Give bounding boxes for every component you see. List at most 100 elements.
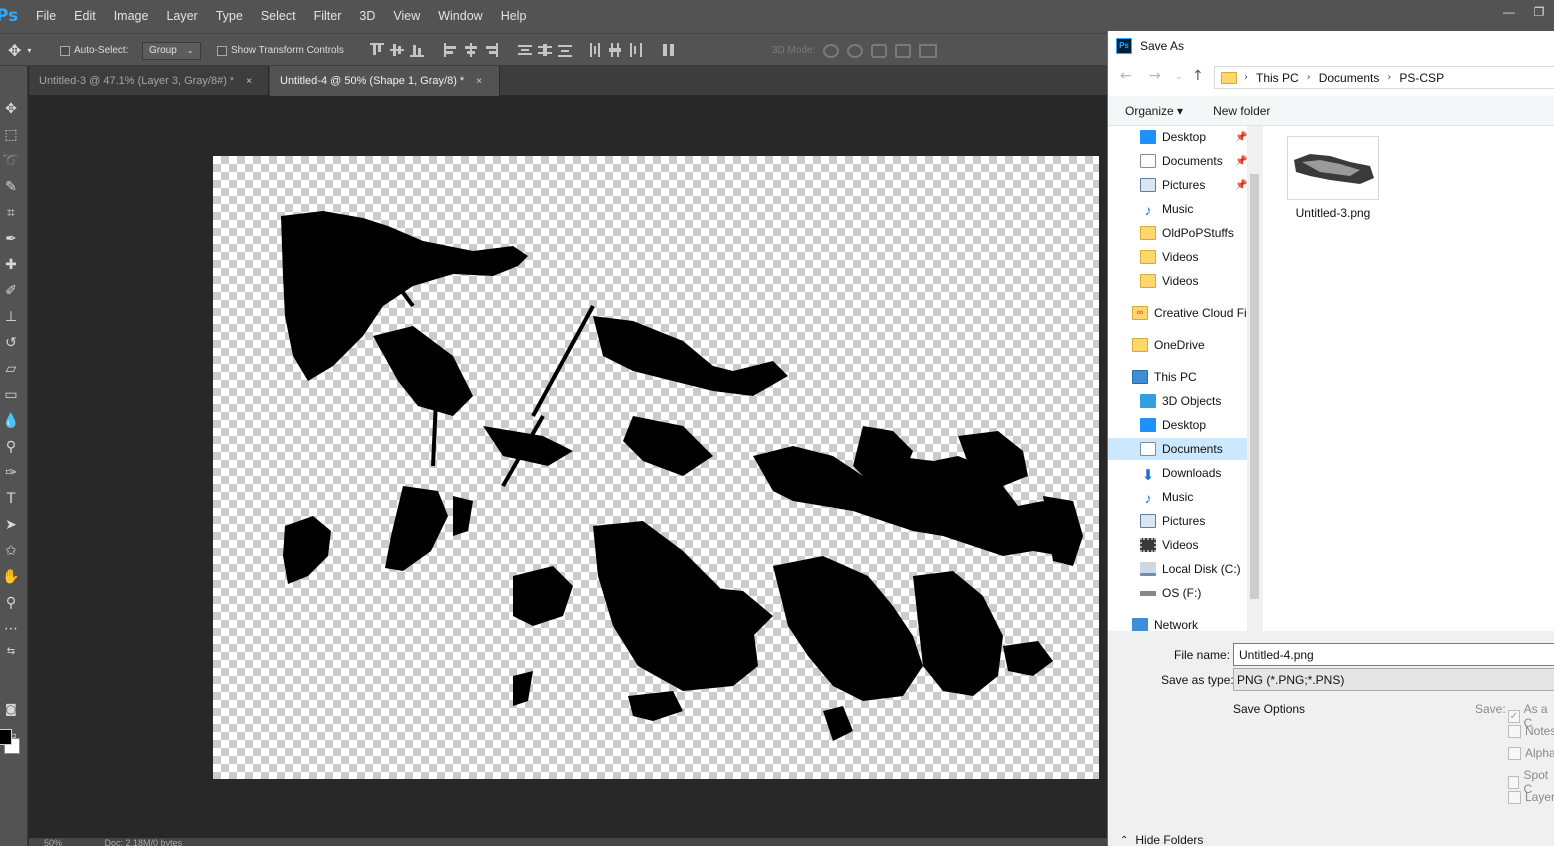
nav-item-documents-pc[interactable]: Documents xyxy=(1108,438,1247,460)
menu-3d[interactable]: 3D xyxy=(350,0,384,33)
quick-mask-icon[interactable]: ◙ xyxy=(0,698,22,720)
auto-align-icon[interactable] xyxy=(662,43,676,57)
menu-filter[interactable]: Filter xyxy=(305,0,351,33)
document-size[interactable]: Doc: 2.18M/0 bytes xyxy=(105,838,183,846)
distribute-hcenter-icon[interactable] xyxy=(608,43,622,57)
3d-slide-icon[interactable] xyxy=(895,43,912,58)
save-as-type-select[interactable]: PNG (*.PNG;*.PNS) xyxy=(1233,668,1554,691)
crop-tool-icon[interactable]: ⌗ xyxy=(0,202,22,224)
document-canvas[interactable] xyxy=(213,156,1099,779)
hand-tool-icon[interactable]: ✋ xyxy=(0,566,22,588)
foreground-color-swatch[interactable] xyxy=(0,729,12,745)
nav-item-downloads[interactable]: ⬇ Downloads xyxy=(1140,462,1222,484)
nav-item-this-pc[interactable]: This PC xyxy=(1132,366,1197,388)
address-bar[interactable]: › This PC › Documents › PS-CSP xyxy=(1214,66,1554,89)
tab-untitled-3[interactable]: Untitled-3 @ 47.1% (Layer 3, Gray/8#) * … xyxy=(29,66,269,96)
close-icon[interactable]: × xyxy=(246,76,252,87)
minimize-button[interactable]: — xyxy=(1494,0,1524,24)
forward-arrow-icon[interactable]: → xyxy=(1149,68,1161,84)
3d-orbit-icon[interactable] xyxy=(823,43,840,58)
gradient-tool-icon[interactable]: ▭ xyxy=(0,384,22,406)
more-tools-icon[interactable]: ⋯ xyxy=(0,618,22,640)
restore-button[interactable]: ❐ xyxy=(1524,0,1554,24)
align-hcenter-icon[interactable] xyxy=(464,43,478,57)
distribute-top-icon[interactable] xyxy=(518,43,532,57)
menu-select[interactable]: Select xyxy=(252,0,305,33)
file-name-input[interactable]: Untitled-4.png xyxy=(1233,643,1554,666)
nav-item-os-f[interactable]: OS (F:) xyxy=(1140,582,1201,604)
breadcrumb-documents[interactable]: Documents xyxy=(1319,71,1380,85)
distribute-left-icon[interactable] xyxy=(588,43,602,57)
save-check-notes[interactable]: Notes xyxy=(1508,724,1554,738)
3d-scale-icon[interactable] xyxy=(919,43,938,58)
nav-item-pictures[interactable]: Pictures 📌 xyxy=(1140,174,1247,196)
align-bottom-icon[interactable] xyxy=(410,43,424,57)
nav-item-documents[interactable]: Documents 📌 xyxy=(1140,150,1247,172)
menu-window[interactable]: Window xyxy=(429,0,491,33)
dodge-tool-icon[interactable]: ⚲ xyxy=(0,436,22,458)
tab-untitled-4[interactable]: Untitled-4 @ 50% (Shape 1, Gray/8) * × xyxy=(270,66,500,96)
nav-item-oldpopstuffs[interactable]: OldPoPStuffs xyxy=(1140,222,1234,244)
show-transform-option[interactable]: Show Transform Controls xyxy=(217,34,344,67)
menu-type[interactable]: Type xyxy=(207,0,252,33)
menu-help[interactable]: Help xyxy=(492,0,536,33)
lasso-tool-icon[interactable]: ➰ xyxy=(0,150,22,172)
hide-folders-button[interactable]: ⌃ Hide Folders xyxy=(1120,833,1203,846)
nav-item-music-pc[interactable]: ♪ Music xyxy=(1140,486,1194,508)
nav-item-local-disk-c[interactable]: Local Disk (C:) xyxy=(1140,558,1241,580)
recent-locations-chevron-icon[interactable]: ⌄ xyxy=(1175,72,1183,82)
menu-layer[interactable]: Layer xyxy=(157,0,206,33)
zoom-level[interactable]: 50% xyxy=(44,838,62,846)
distribute-right-icon[interactable] xyxy=(628,43,642,57)
blur-tool-icon[interactable]: 💧 xyxy=(0,410,22,432)
nav-item-pictures-pc[interactable]: Pictures xyxy=(1140,510,1205,532)
nav-item-videos-pc[interactable]: Videos xyxy=(1140,534,1198,556)
scrollbar-thumb[interactable] xyxy=(1250,174,1259,599)
nav-item-creative-cloud[interactable]: ∞ Creative Cloud Fil xyxy=(1132,302,1249,324)
move-tool-icon[interactable]: ✥ xyxy=(0,98,22,120)
3d-pan-icon[interactable] xyxy=(871,43,888,58)
history-brush-tool-icon[interactable]: ↺ xyxy=(0,332,22,354)
shape-tool-icon[interactable]: ✩ xyxy=(0,540,22,562)
file-name[interactable]: Untitled-3.png xyxy=(1263,206,1403,220)
nav-item-music[interactable]: ♪ Music xyxy=(1140,198,1194,220)
organize-button[interactable]: Organize ▾ xyxy=(1125,104,1183,118)
nav-item-desktop-pc[interactable]: Desktop xyxy=(1140,414,1206,436)
swap-colors-icon[interactable]: ⇆ xyxy=(0,640,22,662)
move-tool-preset[interactable]: ✥ ▾ xyxy=(8,34,31,67)
navigation-scrollbar[interactable] xyxy=(1247,126,1263,631)
breadcrumb-this-pc[interactable]: This PC xyxy=(1256,71,1299,85)
close-icon[interactable]: × xyxy=(476,76,482,87)
menu-image[interactable]: Image xyxy=(105,0,158,33)
nav-item-onedrive[interactable]: OneDrive xyxy=(1132,334,1205,356)
clone-stamp-tool-icon[interactable]: ⊥ xyxy=(0,306,22,328)
distribute-vcenter-icon[interactable] xyxy=(538,43,552,57)
back-arrow-icon[interactable]: ← xyxy=(1120,68,1132,84)
menu-edit[interactable]: Edit xyxy=(65,0,105,33)
menu-file[interactable]: File xyxy=(27,0,65,33)
breadcrumb-ps-csp[interactable]: PS-CSP xyxy=(1399,71,1444,85)
type-tool-icon[interactable]: T xyxy=(0,488,22,510)
align-top-icon[interactable] xyxy=(370,43,384,57)
nav-item-videos[interactable]: Videos xyxy=(1140,246,1198,268)
new-folder-button[interactable]: New folder xyxy=(1213,104,1270,118)
nav-item-3d-objects[interactable]: 3D Objects xyxy=(1140,390,1221,412)
eyedropper-tool-icon[interactable]: ✒ xyxy=(0,228,22,250)
3d-roll-icon[interactable] xyxy=(847,43,864,58)
marquee-tool-icon[interactable]: ⬚ xyxy=(0,124,22,146)
path-select-tool-icon[interactable]: ➤ xyxy=(0,514,22,536)
eraser-tool-icon[interactable]: ▱ xyxy=(0,358,22,380)
zoom-tool-icon[interactable]: ⚲ xyxy=(0,592,22,614)
save-check-layers[interactable]: Layers xyxy=(1508,790,1554,804)
nav-item-network[interactable]: Network xyxy=(1132,614,1198,631)
healing-brush-tool-icon[interactable]: ✚ xyxy=(0,254,22,276)
align-left-icon[interactable] xyxy=(444,43,458,57)
auto-select-option[interactable]: Auto-Select: xyxy=(60,34,128,67)
align-vcenter-icon[interactable] xyxy=(390,43,404,57)
nav-item-videos[interactable]: Videos xyxy=(1140,270,1198,292)
pen-tool-icon[interactable]: ✑ xyxy=(0,462,22,484)
save-check-alpha[interactable]: Alpha xyxy=(1508,746,1554,760)
nav-item-desktop[interactable]: Desktop 📌 xyxy=(1140,126,1247,148)
brush-tool-icon[interactable]: ✐ xyxy=(0,280,22,302)
file-thumbnail[interactable] xyxy=(1287,136,1379,200)
